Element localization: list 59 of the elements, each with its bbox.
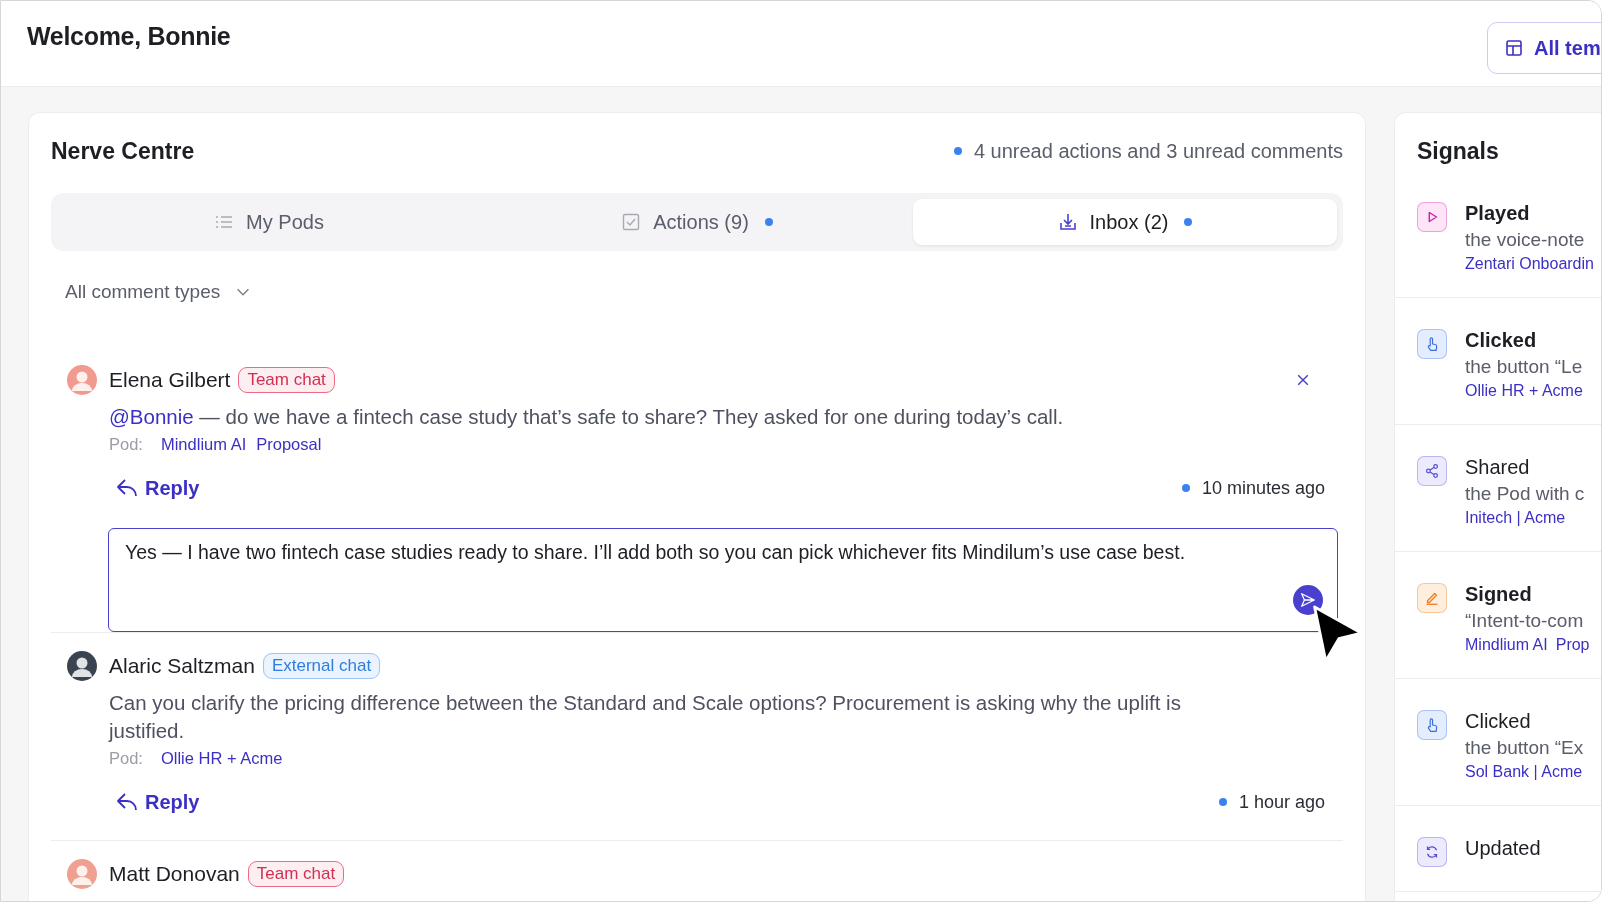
pod-link[interactable]: Mindlium AI (160, 435, 247, 454)
pod-link[interactable]: Mindlium AI (1465, 636, 1548, 654)
signal-title: Clicked (1465, 710, 1532, 733)
signal-title: Clicked (1465, 329, 1538, 352)
author-name: Matt Donovan (109, 862, 240, 886)
timestamp: 1 hour ago (1238, 791, 1325, 813)
signal-title: Updated (1465, 837, 1541, 860)
layout-icon (1504, 38, 1524, 58)
pod-link[interactable]: Proposal (256, 435, 322, 454)
avatar (67, 651, 97, 681)
templates-button[interactable]: All tem (1487, 22, 1601, 74)
tab[interactable]: My Pods (57, 199, 481, 245)
chat-type-tag: Team chat (247, 861, 345, 887)
pod-link[interactable]: Prop (1555, 636, 1590, 654)
pencil-icon (1417, 583, 1447, 613)
tab[interactable]: Actions (9) (485, 199, 909, 245)
signal-description: the button “Ex (1465, 737, 1584, 759)
signal-title: Played (1465, 202, 1531, 225)
pod-link[interactable]: Ollie HR + Acme (1465, 382, 1583, 400)
card-title: Signals (1417, 138, 1500, 165)
unread-summary: 4 unread actions and 3 unread comments (973, 139, 1343, 163)
pod-link[interactable]: Zentari Onboardin (1465, 255, 1594, 273)
share-icon (1417, 456, 1447, 486)
checkbox-icon (621, 212, 642, 232)
signal-description: “Intent-to-com (1465, 610, 1585, 632)
signal-description: the button “Le (1465, 356, 1583, 378)
author-name: Alaric Saltzman (109, 654, 255, 678)
signal-description: the Pod with c (1465, 483, 1585, 505)
timestamp: 10 minutes ago (1201, 477, 1325, 499)
comment-text: @Bonnie — do we have a fintech case study that’s safe to share? They asked for one during today’s call. (109, 404, 1065, 430)
reply-button[interactable]: Reply (109, 790, 200, 814)
send-button[interactable] (1293, 585, 1323, 615)
chat-type-tag: External chat (262, 653, 381, 679)
chat-type-tag: Team chat (238, 367, 335, 393)
page-title: Welcome, Bonnie (27, 22, 231, 51)
avatar (67, 365, 97, 395)
comment-text: Can you clarify the pricing difference between the Standard and Scale options? Procurement is asking why the uplift is justified. (109, 690, 1182, 744)
pod-link[interactable]: Ollie HR + Acme (160, 749, 283, 768)
signal-description: the voice-note (1465, 229, 1586, 251)
avatar (67, 859, 97, 889)
pointer-hand-icon (1417, 710, 1447, 740)
play-icon (1417, 202, 1447, 232)
tab[interactable]: Inbox (2) (913, 199, 1337, 245)
pod-link[interactable]: Initech | Acme (1465, 509, 1566, 527)
send-icon (1299, 591, 1317, 609)
signal-title: Shared (1465, 456, 1531, 479)
signal-title: Signed (1465, 583, 1533, 606)
pod-label: Pod: (109, 749, 143, 768)
close-icon[interactable] (1295, 372, 1311, 388)
refresh-icon (1417, 837, 1447, 867)
pod-link[interactable]: Sol Bank | Acme (1465, 763, 1583, 781)
comment-type-dropdown[interactable]: All comment types (65, 281, 253, 303)
pointer-hand-icon (1417, 329, 1447, 359)
pod-label: Pod: (109, 435, 143, 454)
card-title: Nerve Centre (51, 137, 195, 165)
author-name: Elena Gilbert (109, 368, 231, 392)
reply-button[interactable]: Reply (109, 476, 200, 500)
inbox-icon (1057, 212, 1078, 232)
unread-dot (953, 147, 962, 155)
